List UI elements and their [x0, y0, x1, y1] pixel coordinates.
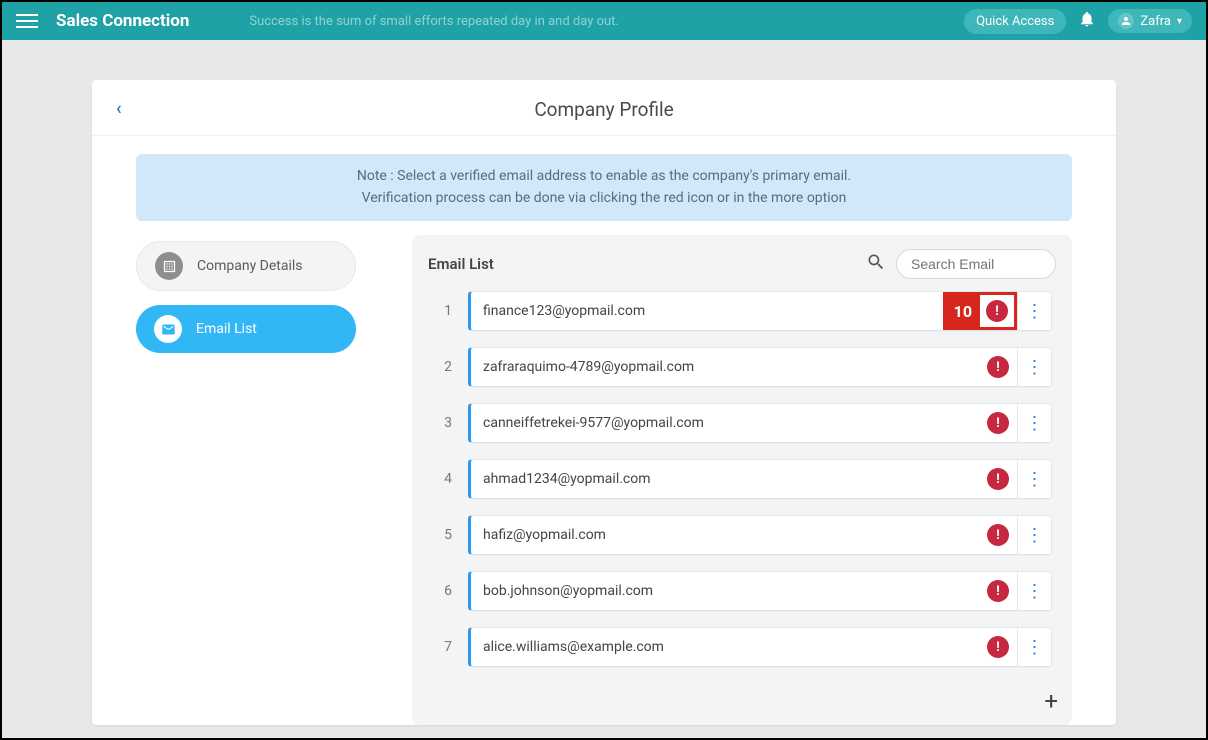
- email-row: 7 alice.williams@example.com ! ⋮: [428, 627, 1052, 667]
- email-list-panel: Email List 1 finance123@yopmail.com: [412, 235, 1072, 725]
- building-icon: [155, 252, 183, 280]
- email-text: zafraraquimo-4789@yopmail.com: [471, 359, 987, 375]
- chevron-down-icon: ▾: [1177, 16, 1182, 27]
- search-input[interactable]: [896, 249, 1056, 279]
- email-row: 5 hafiz@yopmail.com ! ⋮: [428, 515, 1052, 555]
- warning-icon[interactable]: !: [987, 468, 1009, 490]
- highlight-badge: 10: [946, 295, 980, 327]
- email-card[interactable]: zafraraquimo-4789@yopmail.com ! ⋮: [468, 347, 1052, 387]
- sidebar-item-label: Email List: [196, 321, 257, 337]
- row-number: 2: [428, 359, 468, 375]
- email-card[interactable]: bob.johnson@yopmail.com ! ⋮: [468, 571, 1052, 611]
- row-number: 7: [428, 639, 468, 655]
- email-row: 6 bob.johnson@yopmail.com ! ⋮: [428, 571, 1052, 611]
- email-card[interactable]: ahmad1234@yopmail.com ! ⋮: [468, 459, 1052, 499]
- warning-icon[interactable]: !: [986, 300, 1008, 322]
- warning-icon[interactable]: !: [987, 356, 1009, 378]
- sidebar-item-email-list[interactable]: Email List: [136, 305, 356, 353]
- back-arrow-icon[interactable]: ‹: [116, 98, 122, 119]
- sidebar-item-label: Company Details: [197, 258, 303, 274]
- search-icon[interactable]: [866, 252, 886, 277]
- email-text: ahmad1234@yopmail.com: [471, 471, 987, 487]
- email-card[interactable]: canneiffetrekei-9577@yopmail.com ! ⋮: [468, 403, 1052, 443]
- email-row: 4 ahmad1234@yopmail.com ! ⋮: [428, 459, 1052, 499]
- warning-icon[interactable]: !: [987, 580, 1009, 602]
- more-icon[interactable]: ⋮: [1017, 516, 1051, 554]
- email-row: 1 finance123@yopmail.com 10 ! ⋮: [428, 291, 1052, 331]
- warning-icon[interactable]: !: [987, 636, 1009, 658]
- row-number: 1: [428, 303, 468, 319]
- more-icon[interactable]: ⋮: [1017, 628, 1051, 666]
- email-row: 3 canneiffetrekei-9577@yopmail.com ! ⋮: [428, 403, 1052, 443]
- tagline-text: Success is the sum of small efforts repe…: [249, 14, 618, 29]
- email-text: canneiffetrekei-9577@yopmail.com: [471, 415, 987, 431]
- warning-icon[interactable]: !: [987, 412, 1009, 434]
- row-number: 3: [428, 415, 468, 431]
- note-line-2: Verification process can be done via cli…: [156, 188, 1052, 210]
- user-name: Zafra: [1140, 14, 1171, 29]
- more-icon[interactable]: ⋮: [1017, 404, 1051, 442]
- user-menu[interactable]: Zafra ▾: [1108, 9, 1192, 33]
- more-icon[interactable]: ⋮: [1017, 460, 1051, 498]
- hamburger-icon[interactable]: [16, 10, 38, 32]
- company-profile-card: ‹ Company Profile Note : Select a verifi…: [92, 80, 1116, 725]
- email-card[interactable]: hafiz@yopmail.com ! ⋮: [468, 515, 1052, 555]
- more-icon[interactable]: ⋮: [1017, 572, 1051, 610]
- mail-icon: [154, 315, 182, 343]
- email-text: finance123@yopmail.com: [471, 303, 943, 319]
- email-text: hafiz@yopmail.com: [471, 527, 987, 543]
- warning-icon[interactable]: !: [987, 524, 1009, 546]
- email-row: 2 zafraraquimo-4789@yopmail.com ! ⋮: [428, 347, 1052, 387]
- row-number: 4: [428, 471, 468, 487]
- side-nav: Company Details Email List: [136, 235, 356, 725]
- email-text: alice.williams@example.com: [471, 639, 987, 655]
- highlighted-warn-box: 10 !: [943, 292, 1017, 330]
- email-card[interactable]: alice.williams@example.com ! ⋮: [468, 627, 1052, 667]
- list-title: Email List: [428, 255, 494, 273]
- sidebar-item-company-details[interactable]: Company Details: [136, 241, 356, 291]
- quick-access-button[interactable]: Quick Access: [964, 9, 1066, 34]
- bell-icon[interactable]: [1078, 10, 1096, 33]
- note-banner: Note : Select a verified email address t…: [136, 154, 1072, 221]
- email-card[interactable]: finance123@yopmail.com 10 ! ⋮: [468, 291, 1052, 331]
- email-text: bob.johnson@yopmail.com: [471, 583, 987, 599]
- page-title: Company Profile: [116, 98, 1092, 121]
- more-icon[interactable]: ⋮: [1017, 292, 1051, 330]
- avatar-icon: [1118, 13, 1134, 29]
- add-button[interactable]: +: [1044, 687, 1058, 715]
- row-number: 5: [428, 527, 468, 543]
- more-icon[interactable]: ⋮: [1017, 348, 1051, 386]
- row-number: 6: [428, 583, 468, 599]
- brand-title: Sales Connection: [56, 11, 189, 31]
- top-bar: Sales Connection Success is the sum of s…: [2, 2, 1206, 40]
- note-line-1: Note : Select a verified email address t…: [156, 166, 1052, 188]
- email-rows-scroll[interactable]: 1 finance123@yopmail.com 10 ! ⋮: [428, 291, 1056, 717]
